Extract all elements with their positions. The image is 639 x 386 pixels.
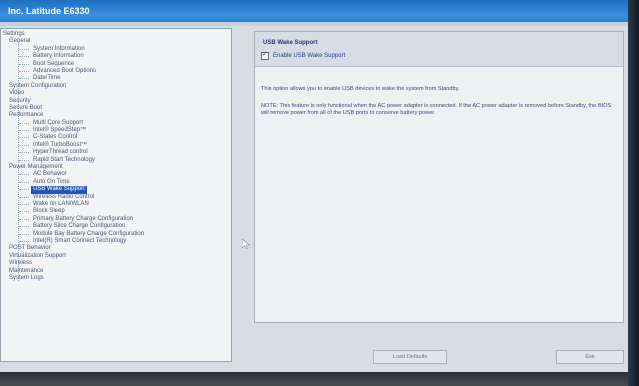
mouse-cursor-icon bbox=[242, 239, 250, 249]
tree-item[interactable]: Battery Slice Charge Configuration bbox=[1, 223, 231, 230]
tree-item[interactable]: General bbox=[1, 38, 231, 45]
tree-item[interactable]: C-States Control bbox=[1, 134, 231, 141]
enable-usb-wake-label[interactable]: Enable USB Wake Support bbox=[273, 53, 345, 59]
tree-item-label: Date/Time bbox=[33, 75, 61, 82]
tree-item[interactable]: System Logs bbox=[1, 275, 231, 282]
tree-item-label: Power Management bbox=[9, 164, 63, 171]
tree-item[interactable]: Wireless bbox=[1, 260, 231, 267]
tree-item[interactable]: Block Sleep bbox=[1, 208, 231, 215]
tree-item-label: Battery Slice Charge Configuration bbox=[33, 223, 126, 230]
tree-item-label: HyperThread control bbox=[33, 149, 88, 156]
tree-item[interactable]: Battery Information bbox=[1, 53, 231, 60]
tree-item-label: Auto On Time bbox=[33, 178, 70, 185]
description-paragraph: This option allows you to enable USB dev… bbox=[261, 86, 460, 92]
tree-item[interactable]: Security bbox=[1, 98, 231, 105]
tree-item-label: Virtualization Support bbox=[9, 252, 66, 259]
monitor-bezel-right bbox=[628, 0, 639, 386]
tree-item-label: POST Behavior bbox=[9, 245, 51, 252]
tree-item[interactable]: Intel(R) Smart Connect Technology bbox=[1, 238, 231, 245]
tree-item-label: Block Sleep bbox=[33, 208, 65, 215]
tree-item[interactable]: Auto On Time bbox=[1, 179, 231, 186]
tree-item-label: Battery Information bbox=[33, 53, 84, 60]
tree-item[interactable]: Multi Core Support bbox=[1, 120, 231, 127]
load-defaults-button[interactable]: Load Defaults bbox=[373, 350, 447, 364]
tree-item[interactable]: Wireless Radio Control bbox=[1, 194, 231, 201]
settings-tree[interactable]: Settings General System Information Battery… bbox=[0, 28, 232, 362]
tree-item[interactable]: Virtualization Support bbox=[1, 253, 231, 260]
tree-item-label: Video bbox=[9, 90, 25, 97]
tree-item-label: Rapid Start Technology bbox=[33, 156, 95, 163]
tree-item-label: AC Behavior bbox=[33, 171, 67, 178]
enable-usb-wake-checkbox-row[interactable]: ✓ Enable USB Wake Support bbox=[261, 51, 345, 60]
tree-item[interactable]: Advanced Boot Options bbox=[1, 68, 231, 75]
tree-item[interactable]: AC Behavior bbox=[1, 171, 231, 178]
tree-item[interactable]: POST Behavior bbox=[1, 245, 231, 252]
detail-header: USB Wake Support ✓ Enable USB Wake Suppo… bbox=[255, 32, 623, 67]
tree-item-label: System Information bbox=[33, 45, 85, 52]
tree-item[interactable]: Performance bbox=[1, 112, 231, 119]
tree-item[interactable]: Intel® SpeedStep™ bbox=[1, 127, 231, 134]
detail-pane: USB Wake Support ✓ Enable USB Wake Suppo… bbox=[254, 31, 624, 323]
tree-item[interactable]: System Configuration bbox=[1, 83, 231, 90]
checkmark-icon: ✓ bbox=[262, 51, 268, 58]
tree-item-label: Boot Sequence bbox=[33, 60, 75, 67]
tree-item[interactable]: Date/Time bbox=[1, 75, 231, 82]
tree-item-label: Maintenance bbox=[9, 267, 44, 274]
note-paragraph: NOTE: This feature is only functional wh… bbox=[261, 102, 612, 117]
tree-item-label: Advanced Boot Options bbox=[33, 67, 97, 74]
setting-title: USB Wake Support bbox=[263, 40, 318, 46]
tree-item[interactable]: Settings bbox=[1, 31, 231, 38]
tree-item[interactable]: Rapid Start Technology bbox=[1, 157, 231, 164]
tree-item-label: System Configuration bbox=[9, 82, 67, 89]
tree-item-label: Intel® TurboBoost™ bbox=[33, 141, 88, 148]
tree-item-label: Intel® SpeedStep™ bbox=[33, 127, 87, 134]
tree-item-label: Settings bbox=[3, 31, 25, 37]
tree-item[interactable]: Module Bay Battery Charge Configuration bbox=[1, 231, 231, 238]
tree-item[interactable]: HyperThread control bbox=[1, 149, 231, 156]
setting-description: This option allows you to enable USB dev… bbox=[261, 86, 617, 127]
exit-button[interactable]: Exit bbox=[556, 350, 624, 364]
tree-item-label: Security bbox=[9, 97, 31, 104]
tree-item-label: Multi Core Support bbox=[33, 119, 84, 126]
tree-item-label: Performance bbox=[9, 112, 44, 119]
tree-item[interactable]: USB Wake Support bbox=[1, 186, 231, 194]
tree-item-label: General bbox=[9, 38, 31, 45]
tree-item[interactable]: Video bbox=[1, 90, 231, 97]
tree-item[interactable]: Secure Boot bbox=[1, 105, 231, 112]
tree-item-label: Primary Battery Charge Configuration bbox=[33, 215, 134, 222]
tree-item[interactable]: Primary Battery Charge Configuration bbox=[1, 216, 231, 223]
tree-item-label: Wireless bbox=[9, 260, 33, 267]
tree-item-label: USB Wake Support bbox=[31, 186, 87, 194]
monitor-bezel-bottom bbox=[0, 372, 639, 386]
tree-item-label: Wireless Radio Control bbox=[33, 193, 95, 200]
tree-item[interactable]: Intel® TurboBoost™ bbox=[1, 142, 231, 149]
tree-item[interactable]: Boot Sequence bbox=[1, 61, 231, 68]
tree-item-label: Module Bay Battery Charge Configuration bbox=[33, 230, 145, 237]
tree-item-label: C-States Control bbox=[33, 134, 78, 141]
tree-item[interactable]: Wake on LAN/WLAN bbox=[1, 201, 231, 208]
tree-item-label: System Logs bbox=[9, 274, 44, 281]
tree-item-label: Secure Boot bbox=[9, 104, 43, 111]
bios-setup-window: Inc. Latitude E6330 Settings General Syste… bbox=[0, 0, 628, 372]
tree-item-label: Wake on LAN/WLAN bbox=[33, 200, 89, 207]
client-area: Settings General System Information Battery… bbox=[0, 26, 628, 372]
tree-item[interactable]: Maintenance bbox=[1, 268, 231, 275]
tree-item[interactable]: System Information bbox=[1, 46, 231, 53]
tree-item-label: Intel(R) Smart Connect Technology bbox=[33, 237, 127, 244]
enable-usb-wake-checkbox[interactable]: ✓ bbox=[261, 51, 269, 60]
tree-item[interactable]: Power Management bbox=[1, 164, 231, 171]
